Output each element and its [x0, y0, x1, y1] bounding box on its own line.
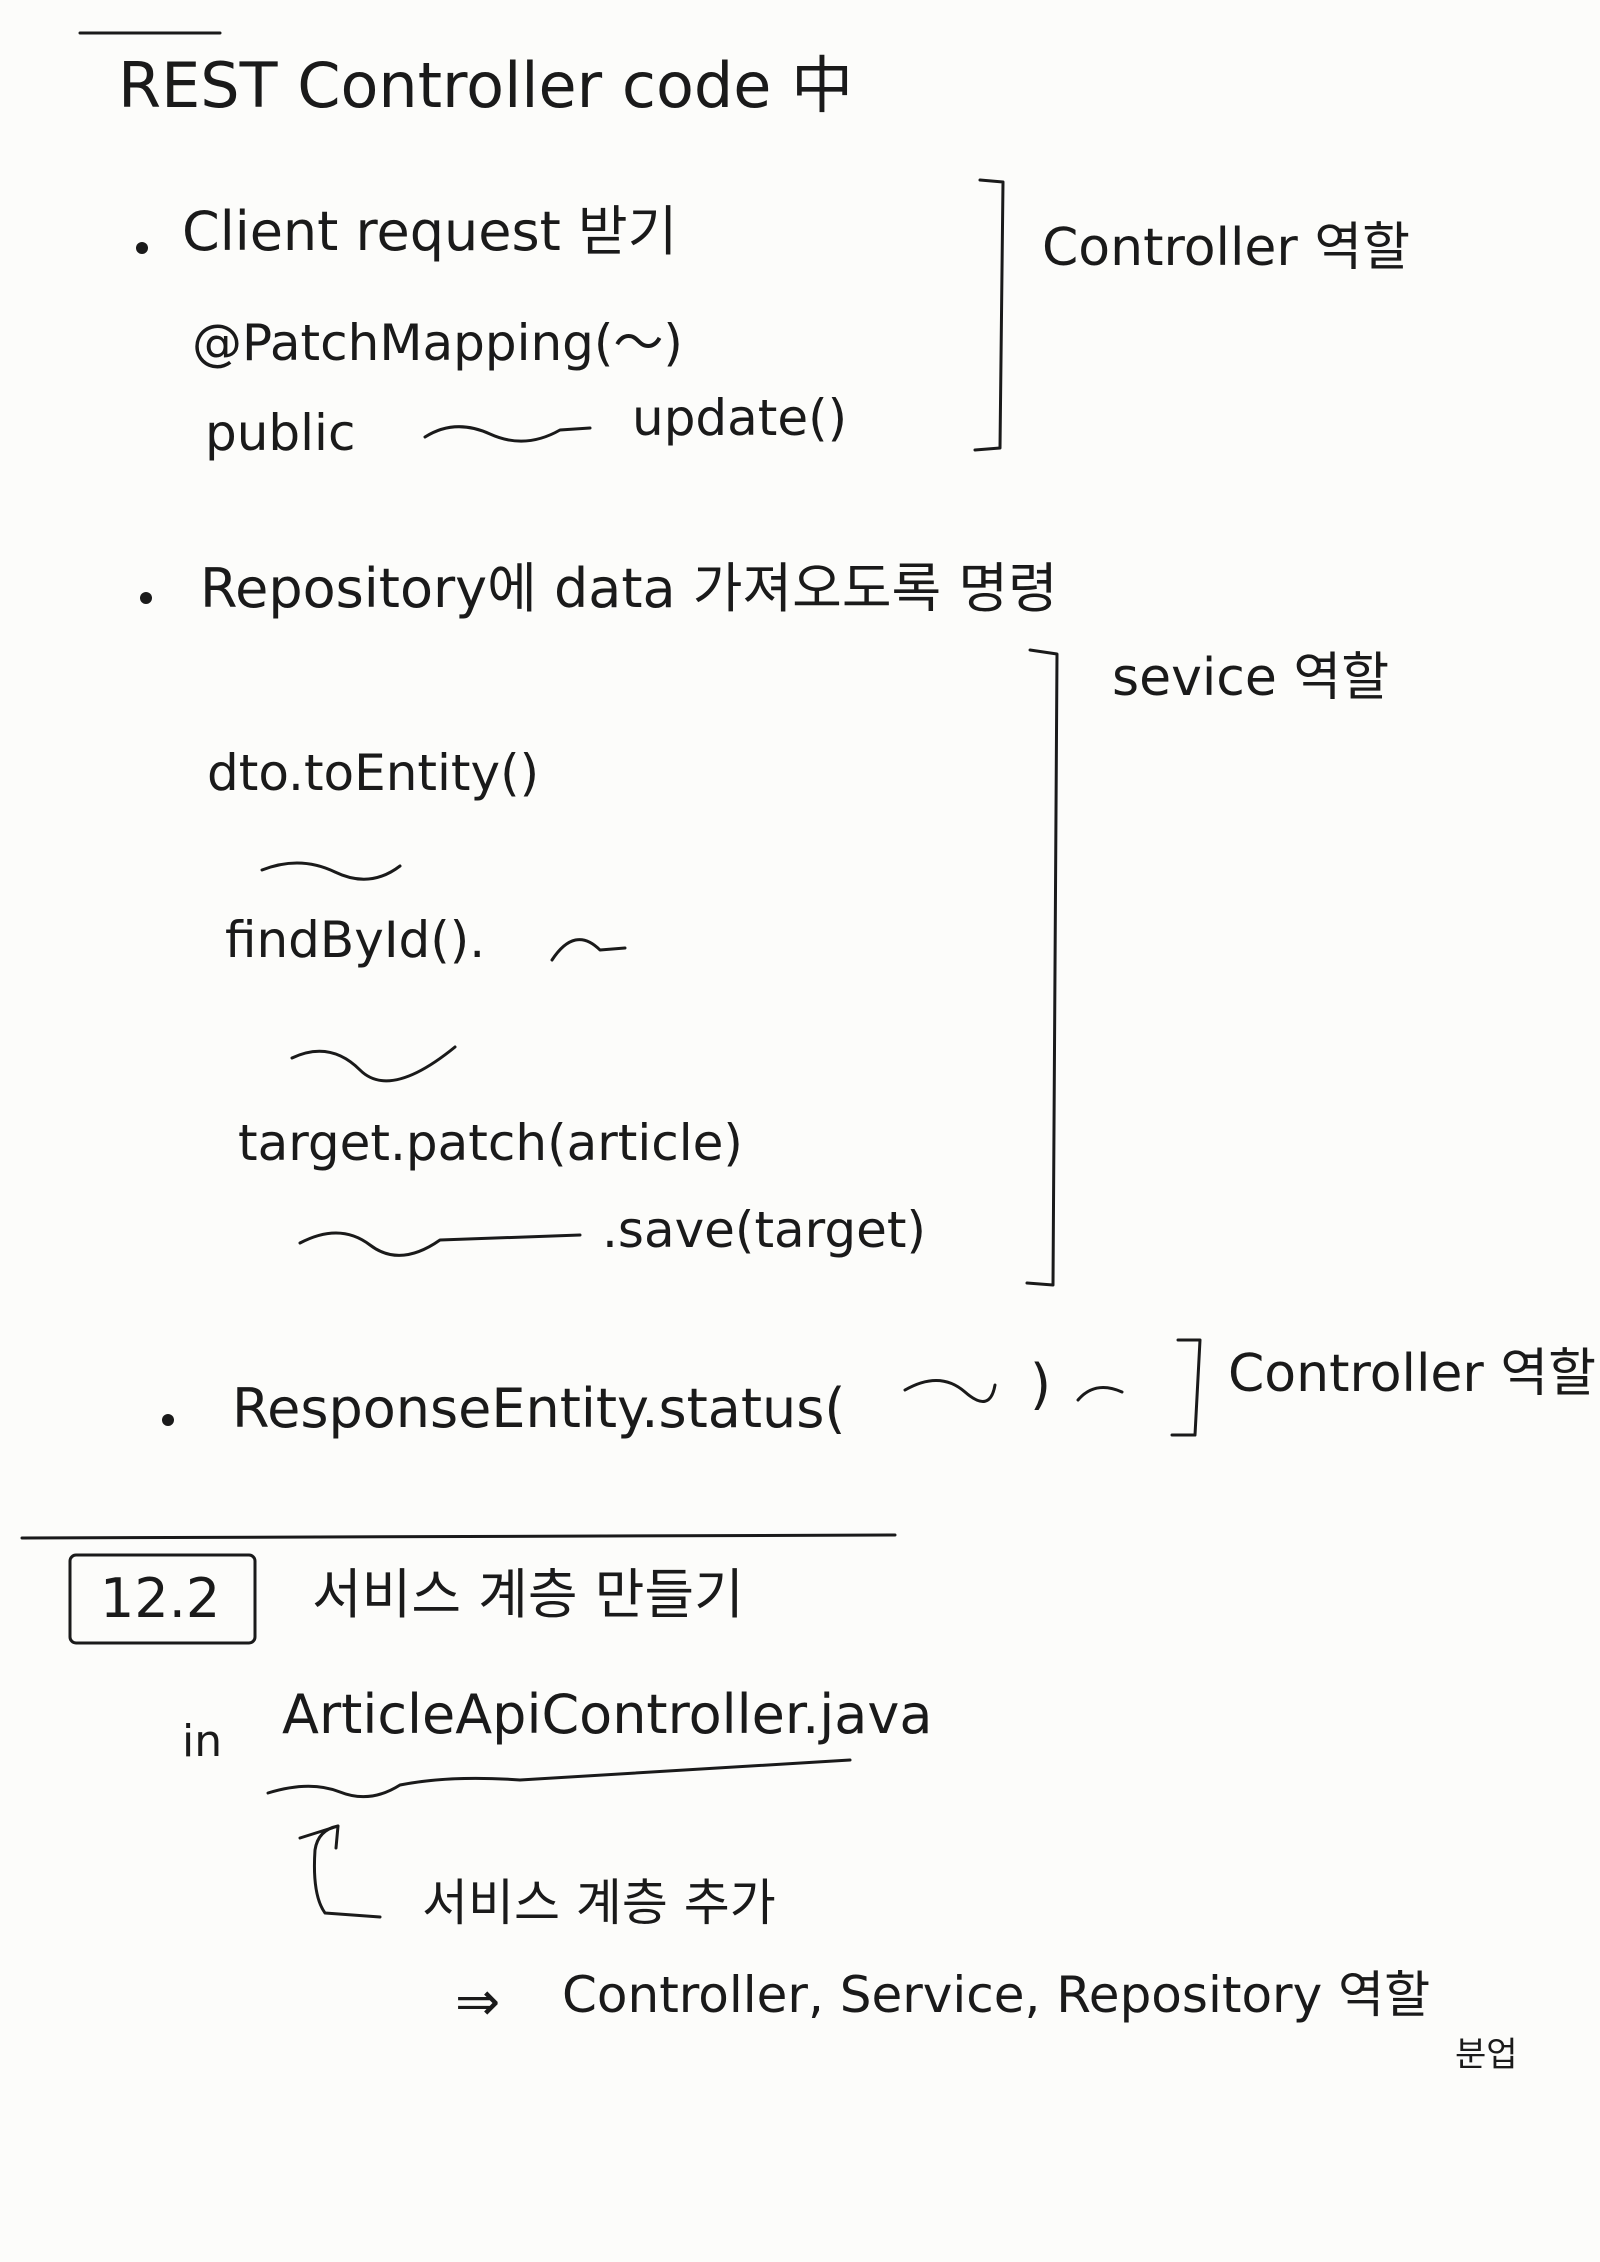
note-add-service-layer: 서비스 계층 추가: [422, 1874, 776, 1932]
conclusion-text: Controller, Service, Repository 역할: [562, 1966, 1431, 2024]
conclusion-tail: 분업: [1455, 2035, 1518, 2075]
conclusion-arrow: ⇒: [455, 1970, 501, 2033]
in-word: in: [182, 1716, 223, 1767]
note-page: REST Controller code 中 Client request 받기…: [0, 0, 1600, 2262]
bullet-response-entity: ResponseEntity.status(: [232, 1377, 846, 1440]
file-name: ArticleApiController.java: [282, 1683, 933, 1746]
response-entity-close-paren: ): [1030, 1353, 1052, 1416]
caret-stroke: [550, 938, 627, 962]
section-number: 12.2: [100, 1567, 221, 1630]
role-label-controller-2: Controller 역할: [1228, 1344, 1596, 1404]
section-title: 서비스 계층 만들기: [312, 1563, 744, 1626]
